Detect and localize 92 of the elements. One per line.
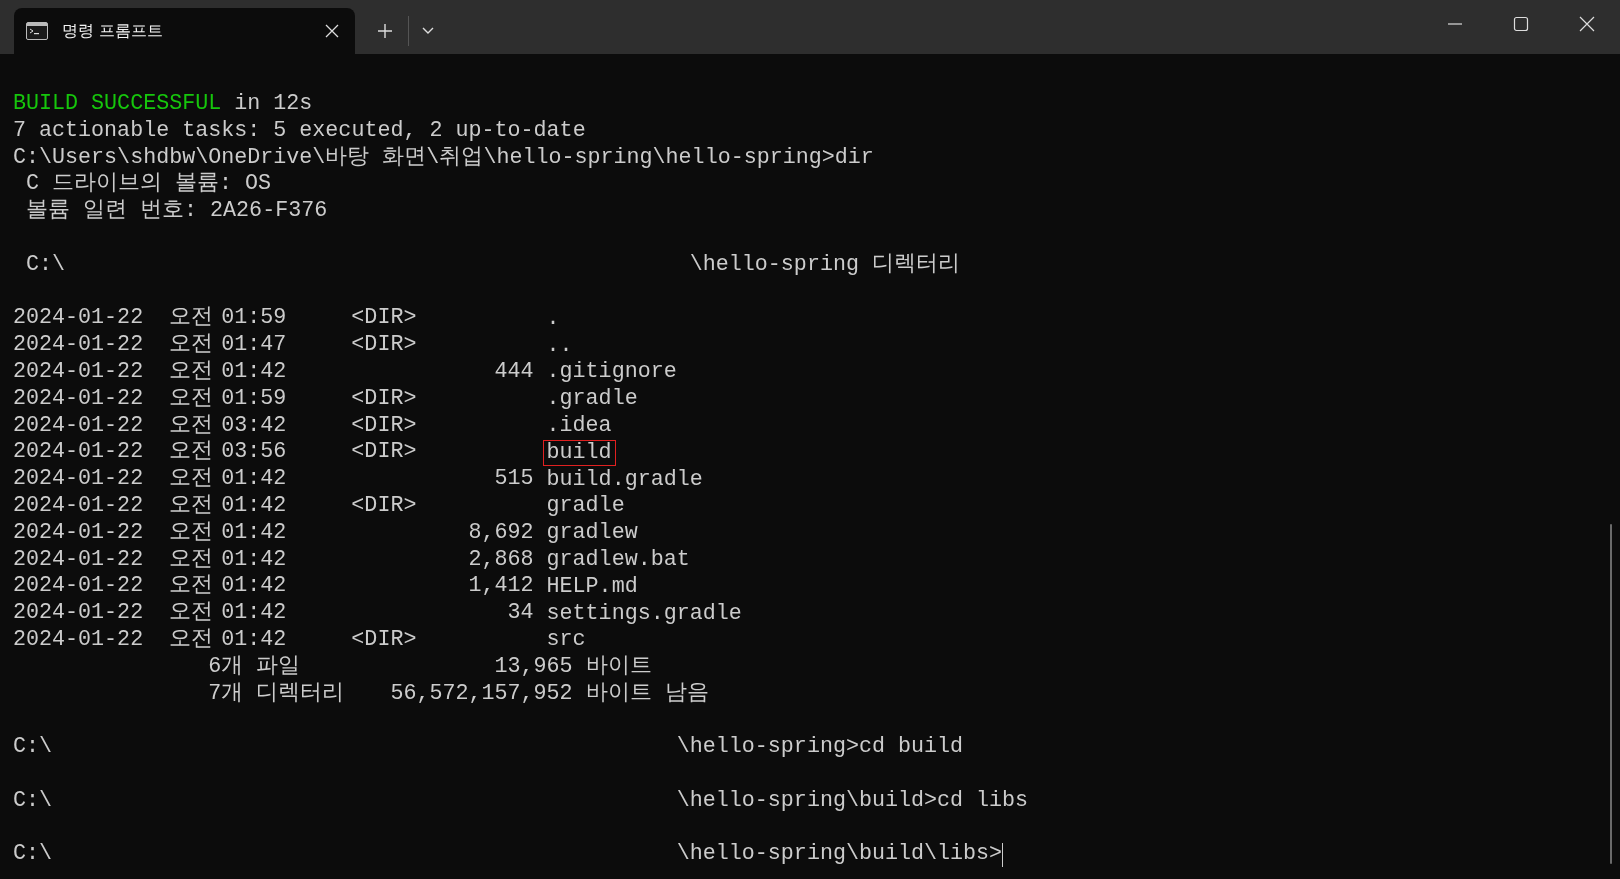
path-text: C:\ [13,787,53,813]
file-name: .gitignore [545,359,678,386]
period-text: 오전 [169,466,214,492]
period-text: 오전 [169,546,214,572]
unit-text: 바이트 [585,653,652,681]
time-text: 01:42 [221,626,287,652]
dir-label: <DIR> [351,385,417,413]
time-text: 01:42 [221,492,287,518]
terminal-icon [26,22,48,40]
terminal-line: 볼륨 일련 번호: 2A26-F376 [25,198,328,225]
directory-heading: \hello-spring 디렉터리 [689,251,960,279]
time-text: 01:42 [221,358,287,384]
period-text: 오전 [169,332,214,358]
summary-label: 7개 디렉터리 [208,680,345,706]
file-name: gradlew [545,520,639,547]
period-text: 오전 [169,573,214,599]
dir-label: <DIR> [351,305,417,333]
time-text: 01:42 [221,573,287,599]
file-size: 2,868 [468,546,534,574]
prompt-command: \hello-spring\build>cd libs [676,787,1029,815]
file-name: src [545,627,587,654]
period-text: 오전 [169,439,214,465]
time-text: 01:42 [221,519,287,545]
file-name: .gradle [545,386,639,413]
scrollbar-thumb[interactable] [1610,524,1612,864]
period-text: 오전 [169,519,214,545]
close-tab-icon[interactable] [325,24,339,38]
dir-label: <DIR> [351,439,417,467]
date-text: 2024-01-22 [13,600,144,626]
time-text: 01:59 [221,305,287,331]
dropdown-chevron-icon[interactable] [422,27,434,35]
highlighted-file-name: build [542,439,616,466]
path-text: C:\ [13,734,53,760]
file-name: gradlew.bat [545,546,691,573]
time-text: 03:56 [221,439,287,465]
file-name: gradle [545,493,626,520]
file-name: .idea [545,412,613,439]
path-text: C:\ [13,841,53,867]
new-tab-icon[interactable] [377,23,393,39]
period-text: 오전 [169,626,214,652]
time-text: 01:42 [221,546,287,572]
unit-text: 바이트 남음 [585,680,709,708]
tab[interactable]: 명령 프롬프트 [14,8,355,54]
period-text: 오전 [169,492,214,518]
date-text: 2024-01-22 [13,332,144,358]
file-size: 444 [494,358,534,386]
time-text: 03:42 [221,412,287,438]
summary-label: 6개 파일 [208,653,301,679]
time-text: 01:42 [221,600,287,626]
date-text: 2024-01-22 [13,439,144,465]
date-text: 2024-01-22 [13,358,144,384]
date-text: 2024-01-22 [13,412,144,438]
byte-count: 56,572,157,952 [390,680,573,708]
prompt-command: \hello-spring>cd build [676,734,964,761]
file-size: 515 [494,466,534,493]
file-name: .. [545,332,574,359]
date-text: 2024-01-22 [13,305,144,331]
file-size: 1,412 [468,573,534,601]
date-text: 2024-01-22 [13,466,144,492]
file-name: settings.gradle [545,600,743,627]
period-text: 오전 [169,358,214,384]
date-text: 2024-01-22 [13,492,144,518]
period-text: 오전 [169,412,214,438]
dir-label: <DIR> [351,492,417,520]
terminal-line: 7 actionable tasks: 5 executed, 2 up-to-date [13,117,586,145]
close-icon[interactable] [1579,16,1595,32]
file-size: 8,692 [468,519,534,547]
file-name: build.gradle [545,466,704,493]
file-name: HELP.md [545,573,639,600]
time-text: 01:59 [221,385,287,411]
path-text: C:\ [25,251,66,277]
date-text: 2024-01-22 [13,573,144,599]
period-text: 오전 [169,305,214,331]
terminal-line: C:\Users\shdbw\OneDrive\바탕 화면\취업\hello-spring\hello-spring>dir [13,144,874,172]
terminal-line: C 드라이브의 볼륨: OS [25,171,272,199]
time-text: 01:47 [221,332,287,358]
byte-count: 13,965 [493,653,573,681]
period-text: 오전 [169,385,214,411]
dir-label: <DIR> [351,332,417,359]
file-name: . [545,305,561,332]
date-text: 2024-01-22 [13,546,144,572]
terminal-line: BUILD SUCCESSFUL in 12s [13,91,313,118]
date-text: 2024-01-22 [13,519,144,545]
dir-label: <DIR> [351,412,417,440]
file-size: 34 [507,600,534,627]
prompt-command: \hello-spring\build\libs> [676,841,1003,869]
date-text: 2024-01-22 [13,385,144,411]
maximize-icon[interactable] [1513,16,1529,32]
time-text: 01:42 [221,466,287,492]
date-text: 2024-01-22 [13,626,144,652]
period-text: 오전 [169,600,214,626]
dir-label: <DIR> [351,626,417,654]
